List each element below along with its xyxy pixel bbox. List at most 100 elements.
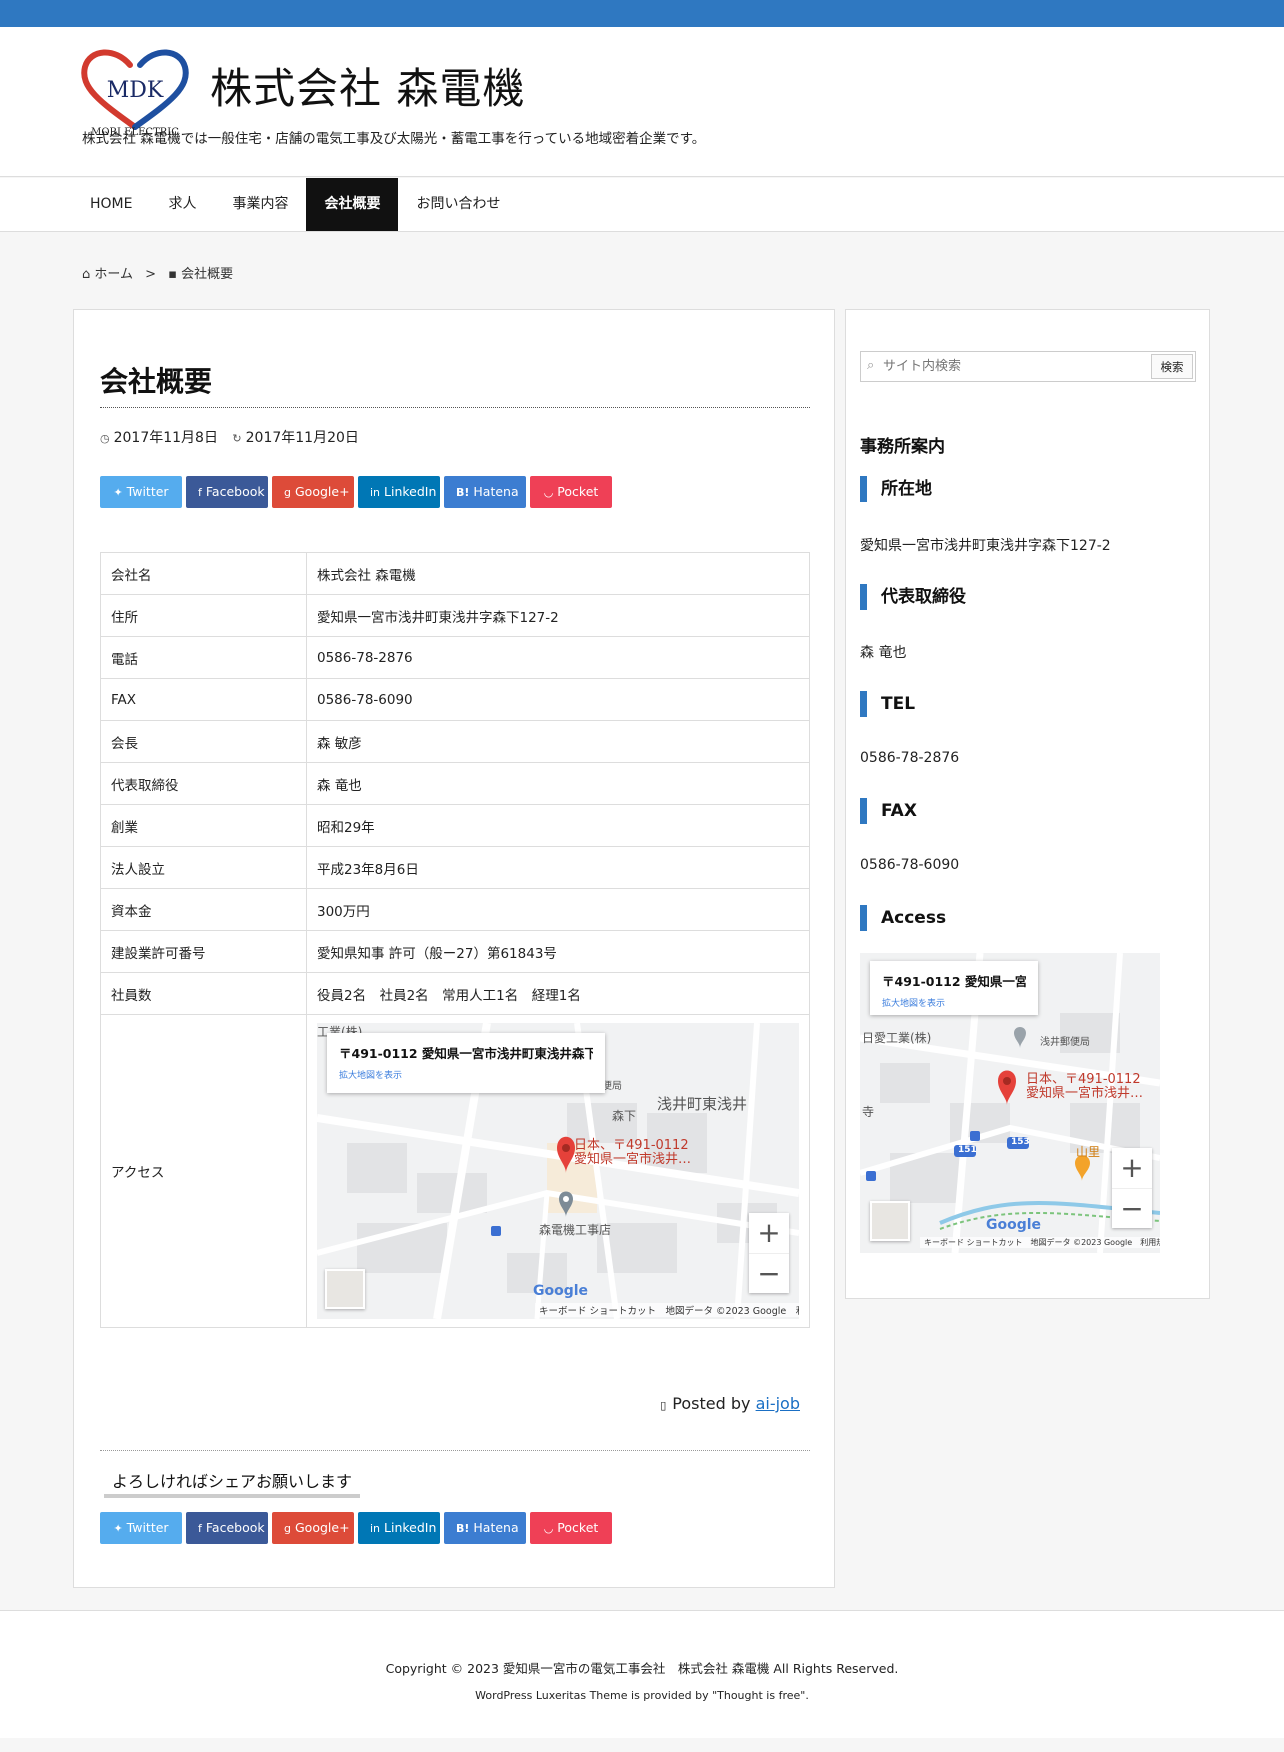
share-hatena-button[interactable]: B! Hatena bbox=[444, 1512, 526, 1544]
map-info-card: 〒491-0112 愛知県一宮… 拡大地図を表示 bbox=[870, 961, 1038, 1015]
nav-item-business[interactable]: 事業内容 bbox=[214, 178, 306, 231]
table-row: FAX 0586-78-6090 bbox=[100, 678, 810, 721]
table-row: 資本金 300万円 bbox=[100, 888, 810, 931]
google-map-main[interactable]: 工業(株) 浅井町東浅井 森下 森電機工事店 浅井郵便局 日本、〒491-011… bbox=[317, 1023, 799, 1319]
search-input[interactable] bbox=[883, 356, 1153, 377]
article-card: 会社概要 ◷ 2017年11月8日 ↻ 2017年11月20日 ✦ Twitter f… bbox=[73, 309, 835, 1588]
site-tagline: 株式会社 森電機では一般住宅・店舗の電気工事及び太陽光・蓄電工事を行っている地域… bbox=[82, 131, 706, 147]
table-value: 株式会社 森電機 bbox=[306, 552, 810, 595]
table-value: 役員2名 社員2名 常用人工1名 経理1名 bbox=[306, 972, 810, 1015]
map-attribution[interactable]: キーボード ショートカット 地図データ ©2023 Google 利用規約 地図… bbox=[535, 1303, 799, 1317]
zoom-out-button[interactable]: − bbox=[749, 1253, 789, 1293]
bus-stop-icon bbox=[866, 1171, 876, 1181]
table-key: 住所 bbox=[100, 594, 307, 637]
table-value: 0586-78-2876 bbox=[306, 636, 810, 679]
share-facebook-button[interactable]: f Facebook bbox=[186, 1512, 268, 1544]
table-key: アクセス bbox=[100, 1014, 307, 1328]
nav-item-contact[interactable]: お問い合わせ bbox=[398, 178, 518, 231]
table-value: 森 敏彦 bbox=[306, 720, 810, 763]
share-pocket-button[interactable]: ◡ Pocket bbox=[530, 1512, 612, 1544]
search-icon: ⌕ bbox=[867, 358, 875, 373]
nav-item-home[interactable]: HOME bbox=[72, 178, 150, 231]
table-key: 資本金 bbox=[100, 888, 307, 931]
author-link[interactable]: ai-job bbox=[756, 1394, 800, 1413]
breadcrumb-current: 会社概要 bbox=[181, 267, 234, 282]
twitter-icon: ✦ bbox=[113, 486, 123, 499]
linkedin-icon: in bbox=[370, 486, 381, 499]
bus-stop-icon bbox=[491, 1226, 501, 1236]
logo-text: MDK bbox=[107, 78, 164, 103]
map-pin-label: 日本、〒491-0112 愛知県一宮市浅井… bbox=[1026, 1072, 1144, 1101]
map-zoom-control: + − bbox=[749, 1213, 789, 1293]
map-view-larger-link[interactable]: 拡大地図を表示 bbox=[882, 996, 1026, 1009]
street-view-button[interactable] bbox=[870, 1201, 910, 1241]
table-row: 創業 昭和29年 bbox=[100, 804, 810, 847]
share-twitter-button[interactable]: ✦ Twitter bbox=[100, 1512, 182, 1544]
sidebar-heading: 事務所案内 bbox=[860, 437, 945, 457]
folder-icon: ▪ bbox=[168, 267, 178, 282]
map-label: 森電機工事店 bbox=[539, 1223, 612, 1237]
table-key: 社員数 bbox=[100, 972, 307, 1015]
table-key: 電話 bbox=[100, 636, 307, 679]
road-number: 153 bbox=[1011, 1137, 1030, 1147]
breadcrumb-home-link[interactable]: ホーム bbox=[94, 267, 133, 282]
company-info-table: 会社名 株式会社 森電機 住所 愛知県一宮市浅井町東浅井字森下127-2 電話 058… bbox=[100, 552, 810, 1328]
zoom-in-button[interactable]: + bbox=[749, 1213, 789, 1253]
share-google-plus-button[interactable]: g Google+ bbox=[272, 476, 354, 508]
theme-credit: WordPress Luxeritas Theme is provided by… bbox=[475, 1689, 809, 1702]
posted-by-label: Posted by bbox=[672, 1394, 751, 1413]
bus-stop-icon bbox=[970, 1131, 980, 1141]
share-buttons-bottom: ✦ Twitter f Facebook g Google+ in LinkedIn B… bbox=[100, 1512, 612, 1544]
table-row: 電話 0586-78-2876 bbox=[100, 636, 810, 679]
google-logo: Google bbox=[533, 1283, 589, 1299]
share-google-plus-button[interactable]: g Google+ bbox=[272, 1512, 354, 1544]
table-key: 会社名 bbox=[100, 552, 307, 595]
street-view-button[interactable] bbox=[325, 1269, 365, 1309]
map-label: 浅井町東浅井 bbox=[657, 1095, 748, 1113]
map-view-larger-link[interactable]: 拡大地図を表示 bbox=[339, 1068, 593, 1081]
table-value: 愛知県一宮市浅井町東浅井字森下127-2 bbox=[306, 594, 810, 637]
google-map-sidebar[interactable]: 151 153 日愛工業(株) 浅井郵便局 山里 寺 日本、〒491-0112 愛… bbox=[860, 953, 1160, 1253]
share-pocket-button[interactable]: ◡ Pocket bbox=[530, 476, 612, 508]
table-key: 代表取締役 bbox=[100, 762, 307, 805]
google-logo: Google bbox=[986, 1217, 1042, 1233]
share-linkedin-button[interactable]: in LinkedIn bbox=[358, 476, 440, 508]
share-hatena-button[interactable]: B! Hatena bbox=[444, 476, 526, 508]
site-title[interactable]: 株式会社 森電機 bbox=[210, 55, 525, 116]
breadcrumb-separator: > bbox=[145, 267, 157, 282]
table-key: 法人設立 bbox=[100, 846, 307, 889]
map-card-title: 〒491-0112 愛知県一宮市浅井町東浅井森下 bbox=[339, 1046, 593, 1061]
table-value: 0586-78-6090 bbox=[306, 678, 810, 721]
user-icon: ▯ bbox=[660, 1399, 667, 1412]
sidebar-section-text: 0586-78-2876 bbox=[860, 750, 960, 766]
table-row: 住所 愛知県一宮市浅井町東浅井字森下127-2 bbox=[100, 594, 810, 637]
page-title: 会社概要 bbox=[100, 365, 213, 398]
posted-by: ▯ Posted by ai-job bbox=[660, 1394, 800, 1413]
table-value: 工業(株) 浅井町東浅井 森下 森電機工事店 浅井郵便局 日本、〒491-011… bbox=[306, 1014, 810, 1328]
map-label: 浅井郵便局 bbox=[1040, 1037, 1090, 1048]
breadcrumb: ⌂ ホーム > ▪ 会社概要 bbox=[82, 263, 233, 282]
nav-item-company[interactable]: 会社概要 bbox=[306, 178, 399, 231]
share-twitter-button[interactable]: ✦ Twitter bbox=[100, 476, 182, 508]
site-footer: Copyright © 2023 愛知県一宮市の電気工事会社 株式会社 森電機 … bbox=[0, 1610, 1284, 1738]
search-button[interactable]: 検索 bbox=[1151, 354, 1193, 379]
map-attribution[interactable]: キーボード ショートカット 地図データ ©2023 Google 利用規約 地図… bbox=[920, 1237, 1160, 1248]
nav-item-recruit[interactable]: 求人 bbox=[150, 178, 214, 231]
share-facebook-button[interactable]: f Facebook bbox=[186, 476, 268, 508]
sidebar-section-title: 代表取締役 bbox=[860, 584, 966, 610]
sidebar-section-title: TEL bbox=[860, 691, 915, 717]
table-row: 法人設立 平成23年8月6日 bbox=[100, 846, 810, 889]
map-zoom-control: + − bbox=[1112, 1148, 1152, 1228]
sidebar-search: ⌕ 検索 bbox=[860, 351, 1196, 382]
zoom-in-button[interactable]: + bbox=[1112, 1148, 1152, 1188]
google-plus-icon: g bbox=[284, 1522, 291, 1535]
zoom-out-button[interactable]: − bbox=[1112, 1188, 1152, 1228]
share-heading: よろしければシェアお願いします bbox=[104, 1468, 361, 1498]
pocket-icon: ◡ bbox=[543, 1522, 554, 1535]
sidebar-section-title: 所在地 bbox=[860, 476, 932, 502]
share-linkedin-button[interactable]: in LinkedIn bbox=[358, 1512, 440, 1544]
map-pin-label: 日本、〒491-0112 愛知県一宮市浅井… bbox=[574, 1138, 692, 1167]
site-header: MDK MORI ELECTRIC 株式会社 森電機 株式会社 森電機では一般住… bbox=[0, 27, 1284, 177]
table-value: 300万円 bbox=[306, 888, 810, 931]
table-row: 代表取締役森 竜也 bbox=[100, 762, 810, 805]
